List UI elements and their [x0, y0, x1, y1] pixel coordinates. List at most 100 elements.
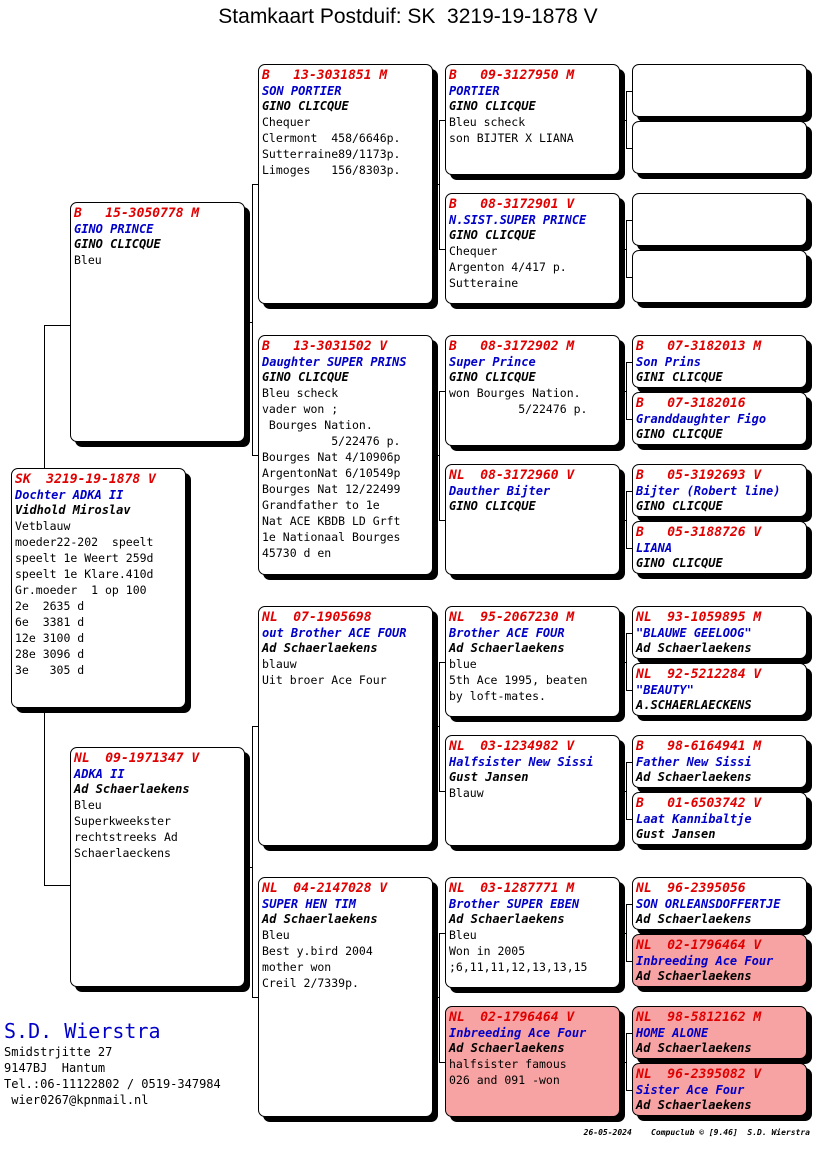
pigeon-note: 5th Ace 1995, beaten: [449, 673, 588, 687]
pigeon-note: Sutteraine: [449, 276, 519, 290]
connector-line: [626, 1032, 627, 1090]
ring-number: B 15-3050778 M: [74, 206, 200, 221]
pigeon-card-fmff[interactable]: B 07-3182013 M Son Prins GINI CLICQUE: [632, 335, 807, 388]
ring-number: B 05-3192693 V: [636, 468, 762, 483]
pigeon-name: GINO PRINCE: [74, 222, 154, 236]
pigeon-note: blauw: [262, 657, 297, 671]
breeder-city: 9147BJ Hantum: [4, 1061, 106, 1075]
pigeon-card-f[interactable]: B 15-3050778 M GINO PRINCE GINO CLICQUE Ble…: [70, 202, 245, 442]
pigeon-card-ffmm[interactable]: [632, 250, 807, 303]
breeder-name: GINO CLICQUE: [449, 499, 536, 513]
pigeon-name: SON PORTIER: [262, 84, 342, 98]
breeder-name: GINI CLICQUE: [636, 370, 723, 384]
pigeon-card-fm[interactable]: B 13-3031502 V Daughter SUPER PRINS GINO C…: [258, 335, 433, 575]
connector-line: [626, 361, 627, 419]
footer-credit: 26-05-2024 Compuclub © [9.46] S.D. Wiers…: [583, 1128, 810, 1137]
pigeon-card-fmf[interactable]: B 08-3172902 M Super Prince GINO CLICQUE wo…: [445, 335, 620, 446]
breeder-name: GINO CLICQUE: [636, 556, 723, 570]
pigeon-note: blue: [449, 657, 477, 671]
pigeon-card-m[interactable]: NL 09-1971347 V ADKA II Ad Schaerlaekens Bl…: [70, 747, 245, 987]
pigeon-note: Won in 2005: [449, 944, 526, 958]
pigeon-card-mm[interactable]: NL 04-2147028 V SUPER HEN TIM Ad Schaerlae…: [258, 877, 433, 1117]
pigeon-card-mfm[interactable]: NL 03-1234982 V Halfsister New Sissi Gust …: [445, 735, 620, 846]
pigeon-note: mother won: [262, 960, 332, 974]
connector-line: [439, 119, 440, 249]
pigeon-card-fmfm[interactable]: B 07-3182016 Granddaughter Figo GINO CLICQ…: [632, 392, 807, 445]
ring-number: B 13-3031502 V: [262, 339, 388, 354]
breeder-phone: Tel.:06-11122802 / 0519-347984: [4, 1077, 221, 1091]
connector-line: [626, 761, 627, 819]
pigeon-card-fmmm[interactable]: B 05-3188726 V LIANA GINO CLICQUE: [632, 521, 807, 574]
connector-line: [44, 325, 70, 326]
pigeon-name: N.SIST.SUPER PRINCE: [449, 213, 587, 227]
ring-number: NL 95-2067230 M: [449, 610, 575, 625]
ring-number: B 09-3127950 M: [449, 68, 575, 83]
breeder-name: Gust Jansen: [636, 827, 716, 841]
pigeon-card-mfff[interactable]: NL 93-1059895 M "BLAUWE GEELOOG" Ad Schaer…: [632, 606, 807, 659]
ring-number: NL 02-1796464 V: [449, 1010, 575, 1025]
pigeon-note: Schaerlaeckens: [74, 846, 171, 860]
pigeon-note: Bleu: [449, 928, 477, 942]
pigeon-card-mmf[interactable]: NL 03-1287771 M Brother SUPER EBEN Ad Scha…: [445, 877, 620, 988]
pigeon-name: out Brother ACE FOUR: [262, 626, 407, 640]
breeder-address: Smidstrjitte 27: [4, 1045, 113, 1059]
breeder-name: S.D. Wierstra: [4, 1019, 161, 1043]
pigeon-card-fmm[interactable]: NL 08-3172960 V Dauther Bijter GINO CLICQU…: [445, 464, 620, 575]
pigeon-card-mmmm[interactable]: NL 96-2395082 V Sister Ace Four Ad Schaerl…: [632, 1063, 807, 1116]
pigeon-note: speelt 1e Weert 259d: [15, 551, 154, 565]
pigeon-card-ffm[interactable]: B 08-3172901 V N.SIST.SUPER PRINCE GINO CL…: [445, 193, 620, 304]
pigeon-card-root[interactable]: SK 3219-19-1878 V Dochter ADKA II Vidhold …: [11, 468, 186, 708]
pigeon-name: HOME ALONE: [636, 1026, 709, 1040]
pigeon-note: ArgentonNat 6/10549p: [262, 466, 401, 480]
breeder-name: Ad Schaerlaekens: [449, 1041, 565, 1055]
connector-line: [626, 219, 627, 277]
pigeon-note: Chequer: [449, 244, 498, 258]
pigeon-card-ff[interactable]: B 13-3031851 M SON PORTIER GINO CLICQUE Che…: [258, 64, 433, 304]
breeder-name: GINO CLICQUE: [636, 499, 723, 513]
pigeon-card-fffm[interactable]: [632, 121, 807, 174]
ring-number: NL 02-1796464 V: [636, 938, 762, 953]
breeder-name: Ad Schaerlaekens: [636, 641, 752, 655]
ring-number: NL 96-2395056: [636, 881, 746, 896]
ring-number: NL 09-1971347 V: [74, 751, 200, 766]
pigeon-name: LIANA: [636, 541, 673, 555]
pigeon-card-mf[interactable]: NL 07-1905698 out Brother ACE FOUR Ad Scha…: [258, 606, 433, 846]
ring-number: SK 3219-19-1878 V: [15, 472, 156, 487]
pigeon-name: Super Prince: [449, 355, 536, 369]
connector-line: [626, 490, 627, 548]
pigeon-note: Blauw: [449, 786, 484, 800]
pigeon-card-mmmf[interactable]: NL 98-5812162 M HOME ALONE Ad Schaerlaeken…: [632, 1006, 807, 1059]
ring-number: NL 98-5812162 M: [636, 1010, 762, 1025]
pigeon-card-fff[interactable]: B 09-3127950 M PORTIER GINO CLICQUE Bleu sc…: [445, 64, 620, 175]
breeder-name: Ad Schaerlaekens: [636, 1098, 752, 1112]
pigeon-card-mmm[interactable]: NL 02-1796464 V Inbreeding Ace Four Ad Sch…: [445, 1006, 620, 1117]
pigeon-note: son BIJTER X LIANA: [449, 131, 574, 145]
pigeon-card-mffm[interactable]: NL 92-5212284 V "BEAUTY" A.SCHAERLAECKENS: [632, 663, 807, 716]
breeder-email: wier0267@kpnmail.nl: [4, 1093, 149, 1107]
pigeon-note: speelt 1e Klare.410d: [15, 567, 154, 581]
breeder-name: Ad Schaerlaekens: [449, 912, 565, 926]
pigeon-name: SON ORLEANSDOFFERTJE: [636, 897, 781, 911]
ring-number: NL 03-1287771 M: [449, 881, 575, 896]
ring-number: B 08-3172902 M: [449, 339, 575, 354]
pigeon-card-ffmf[interactable]: [632, 193, 807, 246]
ring-number: B 07-3182016: [636, 396, 746, 411]
page-title: Stamkaart Postduif: SK 3219-19-1878 V: [218, 5, 598, 28]
connector-line: [626, 90, 627, 148]
pigeon-note: 3e 305 d: [15, 663, 85, 677]
pigeon-card-mmff[interactable]: NL 96-2395056 SON ORLEANSDOFFERTJE Ad Scha…: [632, 877, 807, 930]
breeder-name: Ad Schaerlaekens: [636, 969, 752, 983]
pigeon-card-ffff[interactable]: [632, 64, 807, 117]
pigeon-name: ADKA II: [74, 767, 125, 781]
pigeon-card-mmfm[interactable]: NL 02-1796464 V Inbreeding Ace Four Ad Sch…: [632, 934, 807, 987]
breeder-name: GINO CLICQUE: [449, 370, 536, 384]
pigeon-name: Dauther Bijter: [449, 484, 551, 498]
pigeon-note: Uit broer Ace Four: [262, 673, 387, 687]
pigeon-card-mfmm[interactable]: B 01-6503742 V Laat Kannibaltje Gust Janse…: [632, 792, 807, 845]
pigeon-card-fmmf[interactable]: B 05-3192693 V Bijter (Robert line) GINO C…: [632, 464, 807, 517]
pigeon-note: Argenton 4/417 p.: [449, 260, 567, 274]
pigeon-name: Inbreeding Ace Four: [449, 1026, 587, 1040]
pigeon-card-mfmf[interactable]: B 98-6164941 M Father New Sissi Ad Schaerl…: [632, 735, 807, 788]
pigeon-note: rechtstreeks Ad: [74, 830, 178, 844]
pigeon-card-mff[interactable]: NL 95-2067230 M Brother ACE FOUR Ad Schaer…: [445, 606, 620, 717]
